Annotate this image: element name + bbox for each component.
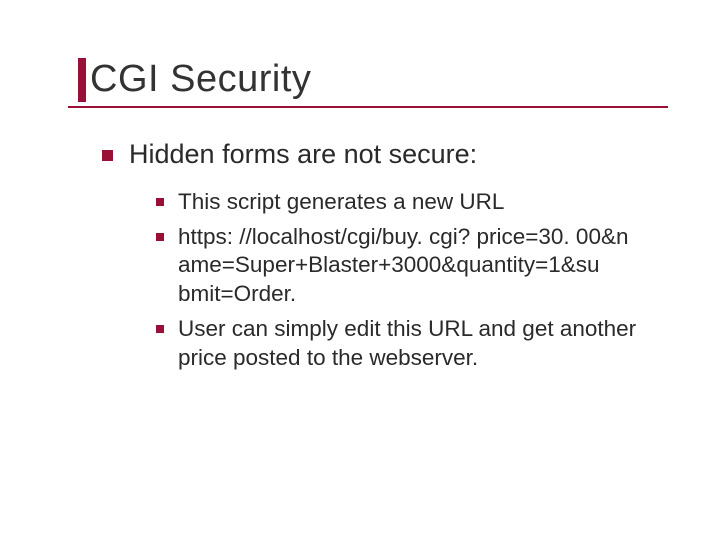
square-bullet-icon bbox=[156, 233, 164, 241]
title-accent-bar bbox=[78, 58, 86, 102]
title-row: CGI Security bbox=[78, 58, 652, 104]
bullet-level1-text: Hidden forms are not secure: bbox=[129, 138, 477, 172]
bullet-level2-text: This script generates a new URL bbox=[178, 188, 504, 217]
slide-body: Hidden forms are not secure: This script… bbox=[102, 138, 652, 373]
bullet-level2: This script generates a new URL bbox=[156, 188, 652, 217]
bullet-level2-text: https: //localhost/cgi/buy. cgi? price=3… bbox=[178, 223, 652, 309]
bullet-level2: User can simply edit this URL and get an… bbox=[156, 315, 652, 373]
slide-title: CGI Security bbox=[90, 58, 311, 101]
slide: CGI Security Hidden forms are not secure… bbox=[0, 0, 720, 540]
bullet-level1: Hidden forms are not secure: bbox=[102, 138, 652, 172]
bullet-level2-text: User can simply edit this URL and get an… bbox=[178, 315, 652, 373]
square-bullet-icon bbox=[102, 150, 113, 161]
bullet-level2-group: This script generates a new URL https: /… bbox=[156, 188, 652, 373]
square-bullet-icon bbox=[156, 198, 164, 206]
square-bullet-icon bbox=[156, 325, 164, 333]
bullet-level2: https: //localhost/cgi/buy. cgi? price=3… bbox=[156, 223, 652, 309]
title-underline bbox=[68, 106, 668, 108]
